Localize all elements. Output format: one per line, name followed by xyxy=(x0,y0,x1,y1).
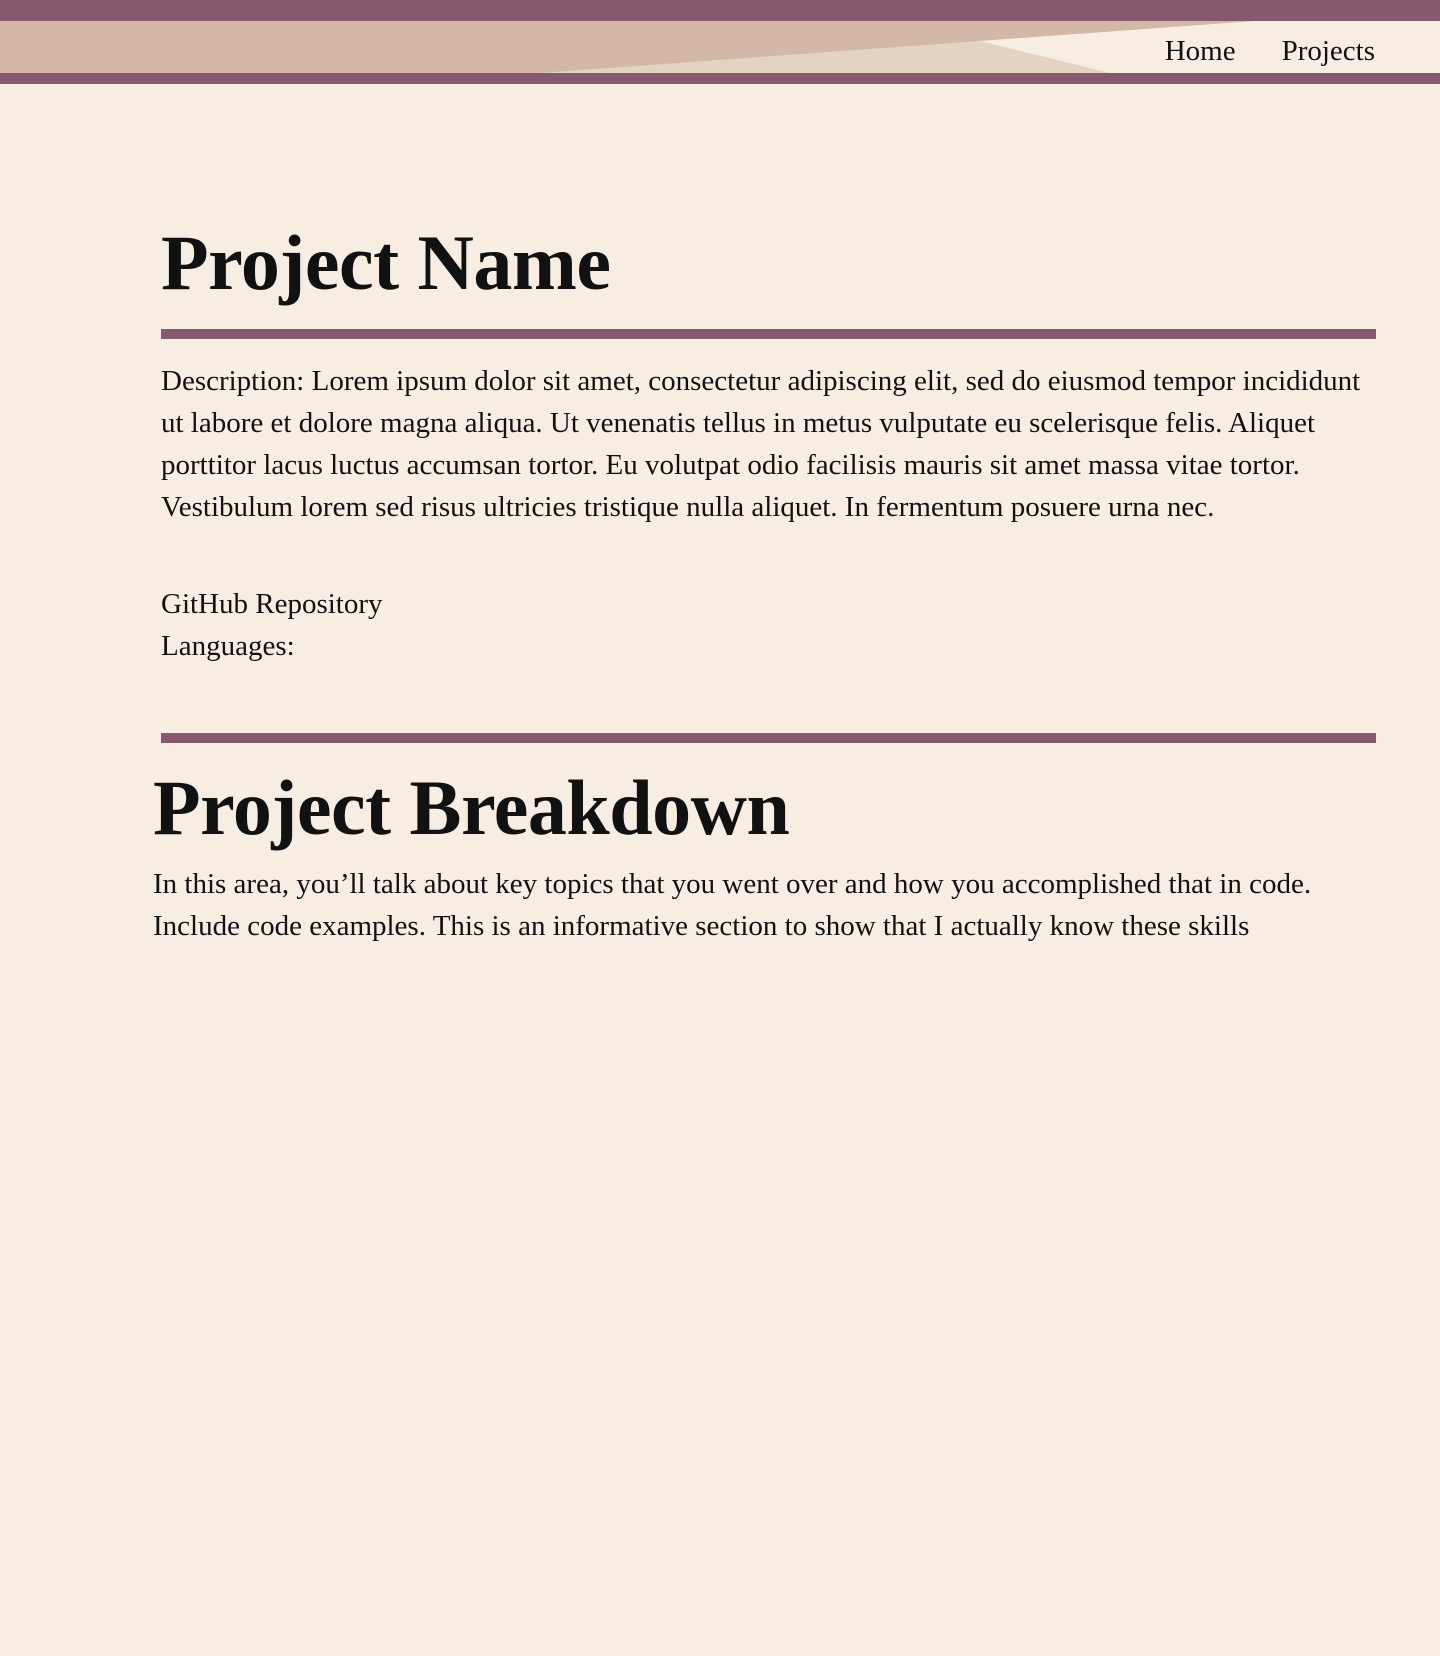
header-bottom-stripe xyxy=(0,73,1440,84)
languages-label: Languages: xyxy=(161,630,295,662)
github-repository-link[interactable]: GitHub Repository xyxy=(161,583,383,625)
title-divider xyxy=(161,329,1376,339)
project-section: Project Name Description: Lorem ipsum do… xyxy=(161,219,1376,743)
site-header: Home Projects xyxy=(0,0,1440,84)
breakdown-section: Project Breakdown In this area, you’ll t… xyxy=(153,765,1383,947)
nav-link-projects[interactable]: Projects xyxy=(1282,35,1375,68)
project-title: Project Name xyxy=(161,219,611,306)
breakdown-text: In this area, you’ll talk about key topi… xyxy=(153,867,1312,942)
breakdown-title: Project Breakdown xyxy=(153,764,790,851)
header-top-stripe xyxy=(0,0,1440,21)
nav-link-home[interactable]: Home xyxy=(1165,35,1236,68)
project-meta: GitHub Repository Languages: xyxy=(161,583,383,667)
project-description: Description: Lorem ipsum dolor sit amet,… xyxy=(161,365,1361,523)
section-divider xyxy=(161,733,1376,743)
main-nav: Home Projects xyxy=(1165,31,1375,71)
